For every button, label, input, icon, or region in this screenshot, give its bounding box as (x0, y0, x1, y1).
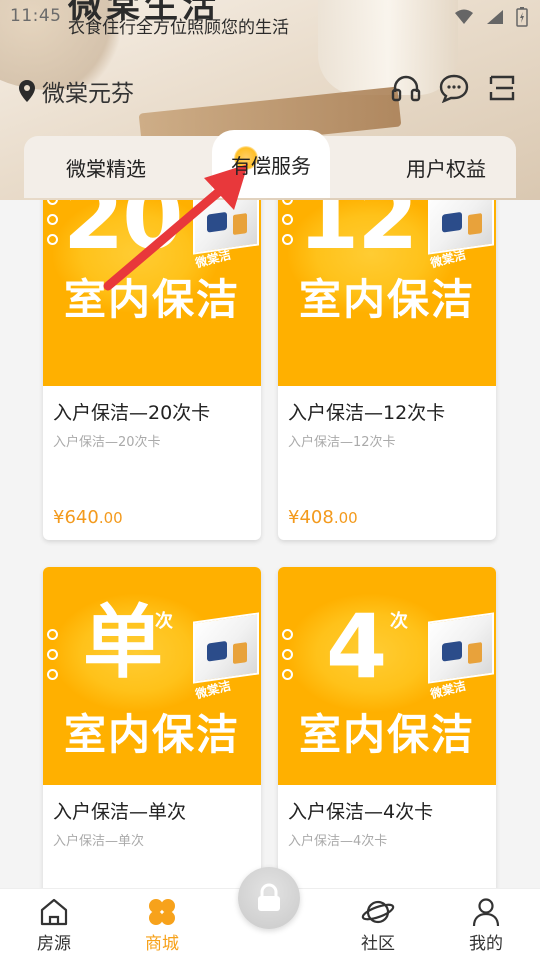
product-title: 入户保洁—20次卡 (53, 402, 211, 424)
image-number: 20 (63, 200, 183, 269)
wifi-icon (455, 9, 473, 24)
location-selector[interactable]: 微棠元芬 (18, 74, 134, 108)
price-currency: ¥ (53, 507, 65, 528)
signal-icon (487, 10, 503, 24)
image-service: 室内保洁 (298, 710, 475, 759)
clover-icon (149, 899, 175, 925)
product-info: 入户保洁—单次 入户保洁—单次 (43, 785, 261, 888)
customer-service-button[interactable] (390, 72, 422, 104)
tab-label: 有偿服务 (231, 153, 311, 178)
nav-item-mall[interactable]: 商城 (122, 897, 202, 954)
product-info: 入户保洁—20次卡 入户保洁—20次卡 ¥640.00 (43, 386, 261, 540)
header-subtitle: 衣食住行全方位照顾您的生活 (68, 18, 289, 38)
price-integer: 408 (299, 507, 334, 528)
lock-icon (258, 883, 280, 911)
image-side-icons (47, 200, 58, 245)
nav-label: 商城 (145, 934, 179, 954)
price-integer: 640 (64, 507, 99, 528)
image-number: 12 (298, 200, 418, 269)
price-currency: ¥ (288, 507, 300, 528)
product-title: 入户保洁—12次卡 (288, 402, 446, 424)
product-card[interactable]: 12 次 微棠洁 室内保洁 入户保洁—12次卡 入户保洁—12次卡 ¥408.0… (278, 200, 496, 540)
location-label: 微棠元芬 (42, 81, 134, 107)
image-unit: 次 (390, 611, 408, 632)
product-image: 12 次 微棠洁 室内保洁 (278, 200, 496, 386)
image-number: 单 (83, 596, 163, 689)
room-illustration (428, 612, 494, 684)
tab-paid-services[interactable]: 有偿服务 (212, 130, 330, 198)
image-side-icons (47, 629, 58, 680)
product-image: 20 次 微棠洁 室内保洁 (43, 200, 261, 386)
product-card[interactable]: 4 次 微棠洁 室内保洁 入户保洁—4次卡 入户保洁—4次卡 (278, 567, 496, 888)
user-icon (472, 898, 500, 927)
battery-icon (516, 7, 528, 27)
product-image: 单 次 微棠洁 室内保洁 (43, 567, 261, 785)
status-time: 11:45 (10, 6, 62, 26)
product-card[interactable]: 20 次 微棠洁 室内保洁 入户保洁—20次卡 入户保洁—20次卡 ¥640.0… (43, 200, 261, 540)
product-info: 入户保洁—4次卡 入户保洁—4次卡 (278, 785, 496, 888)
price-decimal: .00 (98, 509, 123, 527)
tab-featured[interactable]: 微棠精选 (24, 136, 188, 198)
image-service: 室内保洁 (63, 710, 240, 759)
product-price: ¥640.00 (53, 507, 123, 528)
status-icons (454, 7, 528, 27)
product-info: 入户保洁—12次卡 入户保洁—12次卡 ¥408.00 (278, 386, 496, 540)
image-unit: 次 (155, 611, 173, 632)
product-subtitle: 入户保洁—4次卡 (288, 834, 388, 849)
product-subtitle: 入户保洁—单次 (53, 834, 145, 849)
image-service: 室内保洁 (63, 275, 240, 324)
location-pin-icon (19, 80, 35, 102)
headset-icon (391, 75, 421, 102)
tab-label: 微棠精选 (66, 156, 146, 181)
product-subtitle: 入户保洁—20次卡 (53, 435, 161, 450)
image-side-icons (282, 200, 293, 245)
image-service: 室内保洁 (298, 275, 475, 324)
product-card[interactable]: 单 次 微棠洁 室内保洁 入户保洁—单次 入户保洁—单次 (43, 567, 261, 888)
product-grid: 20 次 微棠洁 室内保洁 入户保洁—20次卡 入户保洁—20次卡 ¥640.0… (0, 200, 540, 888)
nav-item-community[interactable]: 社区 (338, 897, 418, 954)
product-price: ¥408.00 (288, 507, 358, 528)
center-lock-button[interactable] (238, 867, 300, 929)
nav-item-profile[interactable]: 我的 (446, 897, 526, 954)
tab-user-benefits[interactable]: 用户权益 (364, 136, 528, 198)
category-tabs: 微棠精选 有偿服务 用户权益 (24, 130, 516, 198)
scan-button[interactable] (486, 72, 518, 104)
product-subtitle: 入户保洁—12次卡 (288, 435, 396, 450)
planet-icon (361, 900, 395, 924)
chat-bubble-icon (439, 74, 469, 103)
product-title: 入户保洁—4次卡 (288, 801, 434, 823)
message-button[interactable] (438, 72, 470, 104)
tab-label: 用户权益 (406, 156, 486, 181)
image-number: 4 (326, 595, 387, 698)
image-side-icons (282, 629, 293, 680)
house-icon (40, 898, 68, 926)
bottom-navigation: 房源 商城 社区 我的 (0, 867, 540, 960)
nav-label: 社区 (361, 934, 395, 954)
header-actions (390, 72, 518, 104)
product-title: 入户保洁—单次 (53, 801, 187, 823)
product-image: 4 次 微棠洁 室内保洁 (278, 567, 496, 785)
nav-item-listings[interactable]: 房源 (14, 897, 94, 954)
price-decimal: .00 (333, 509, 358, 527)
scan-icon (489, 75, 515, 101)
nav-label: 我的 (469, 934, 503, 954)
room-illustration (193, 612, 259, 684)
nav-label: 房源 (37, 934, 71, 954)
